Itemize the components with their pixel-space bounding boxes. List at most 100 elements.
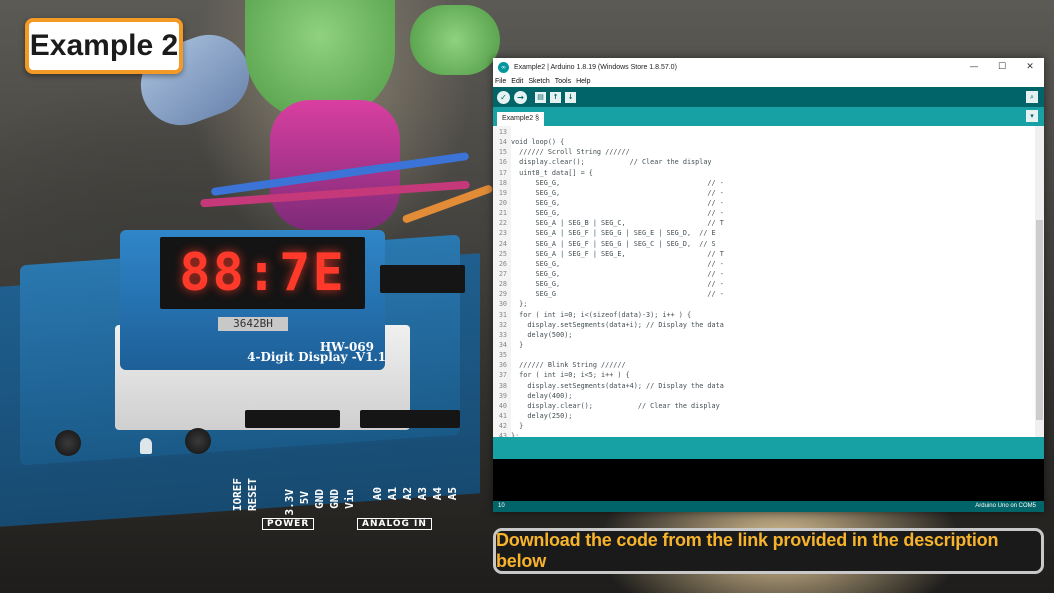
silk-analog-label: ANALOG IN [357, 518, 432, 530]
line-number: 14 [498, 138, 507, 147]
menu-help[interactable]: Help [576, 78, 590, 85]
arduino-ide-window: ∞ Example2 | Arduino 1.8.19 (Windows Sto… [493, 58, 1044, 512]
tab-example2[interactable]: Example2 § [497, 112, 544, 126]
window-controls: — ☐ ✕ [960, 58, 1044, 76]
code-line: 35 [493, 351, 724, 361]
code-text: delay(500); [511, 330, 573, 339]
line-number: 39 [498, 391, 507, 400]
code-line: 13 [493, 128, 724, 138]
pin-label: GND [313, 489, 326, 509]
tab-bar: Example2 § ▾ [493, 107, 1044, 126]
pin-label: A5 [446, 487, 459, 501]
line-number: 35 [498, 351, 507, 360]
display-part-number: 3642BH [218, 317, 288, 331]
code-line: 26 SEG_G, // - [493, 260, 724, 270]
pin-label: IOREF [231, 478, 244, 512]
menu-sketch[interactable]: Sketch [528, 78, 549, 85]
code-line: 22 SEG_A | SEG_B | SEG_C, // T [493, 219, 724, 229]
code-text: uint8_t data[] = { [511, 168, 593, 177]
close-button[interactable]: ✕ [1016, 58, 1044, 76]
pin-label: A4 [431, 487, 444, 501]
line-number: 16 [498, 158, 507, 167]
code-line: 28 SEG_G, // - [493, 280, 724, 290]
status-bar: 10 Arduino Uno on COM5 [493, 501, 1044, 512]
pin-label: A3 [416, 487, 429, 501]
code-text: SEG_G, // - [511, 178, 724, 187]
code-text: SEG_G, // - [511, 269, 724, 278]
display-digits: 88:7E [179, 243, 346, 303]
code-text: } [511, 340, 524, 349]
code-text: ////// Blink String ////// [511, 361, 626, 370]
code-line: 23 SEG_A | SEG_F | SEG_G | SEG_E | SEG_D… [493, 229, 724, 239]
serial-monitor-icon[interactable]: ⌕ [1026, 91, 1038, 103]
verify-icon[interactable]: ✓ [497, 90, 510, 104]
code-text: SEG_A | SEG_B | SEG_C, // T [511, 219, 724, 228]
code-text: display.clear(); // Clear the display [511, 158, 712, 167]
code-text: SEG_A | SEG_F | SEG_G | SEG_E | SEG_D, /… [511, 229, 716, 238]
open-icon[interactable]: ↑ [550, 91, 561, 103]
code-lines: 13 14 void loop() {15 ////// Scroll String… [493, 128, 724, 442]
line-number: 41 [498, 411, 507, 420]
line-number: 25 [498, 249, 507, 258]
caption-text: Download the code from the link provided… [496, 530, 999, 571]
pin-label: 3.3V [283, 489, 296, 516]
line-number: 42 [498, 422, 507, 431]
message-bar [493, 437, 1044, 459]
code-line: 16 display.clear(); // Clear the display [493, 158, 724, 168]
code-text: SEG_G, // - [511, 198, 724, 207]
toolbar: ✓ → ▤ ↑ ↓ ⌕ [493, 87, 1044, 107]
title-bar[interactable]: ∞ Example2 | Arduino 1.8.19 (Windows Sto… [493, 58, 1044, 76]
code-line: 37 for ( int i=0; i<5; i++ ) { [493, 371, 724, 381]
pin-header [360, 410, 460, 428]
line-number: 15 [498, 148, 507, 157]
tab-menu-chevron-icon[interactable]: ▾ [1026, 110, 1038, 122]
line-number: 24 [498, 239, 507, 248]
code-text: SEG_G, // - [511, 188, 724, 197]
menu-file[interactable]: File [495, 78, 506, 85]
line-number: 34 [498, 340, 507, 349]
minimize-button[interactable]: — [960, 58, 988, 76]
menu-edit[interactable]: Edit [511, 78, 523, 85]
code-line: 41 delay(250); [493, 412, 724, 422]
code-line: 38 display.setSegments(data+4); // Displ… [493, 382, 724, 392]
code-line: 42 } [493, 422, 724, 432]
new-icon[interactable]: ▤ [535, 91, 546, 103]
line-number: 22 [498, 219, 507, 228]
pin-header [245, 410, 340, 428]
code-line: 19 SEG_G, // - [493, 189, 724, 199]
code-text: SEG_A | SEG_F | SEG_G | SEG_C | SEG_D, /… [511, 239, 716, 248]
code-line: 31 for ( int i=0; i<(sizeof(data)-3); i+… [493, 311, 724, 321]
code-line: 14 void loop() { [493, 138, 724, 148]
line-number: 17 [498, 168, 507, 177]
arduino-logo-icon: ∞ [498, 61, 509, 73]
toy-figure-hand [410, 5, 500, 75]
code-text: display.setSegments(data+i); // Display … [511, 320, 724, 329]
silk-power-label: POWER [262, 518, 315, 530]
code-line: 29 SEG_G // - [493, 290, 724, 300]
code-text: for ( int i=0; i<(sizeof(data)-3); i++ )… [511, 310, 692, 319]
code-line: 32 display.setSegments(data+i); // Displ… [493, 321, 724, 331]
maximize-button[interactable]: ☐ [988, 58, 1016, 76]
code-text: ////// Scroll String ////// [511, 148, 630, 157]
code-text: delay(250); [511, 411, 573, 420]
pin-label: RESET [246, 478, 259, 512]
editor-scrollbar[interactable] [1035, 126, 1044, 437]
save-icon[interactable]: ↓ [565, 91, 576, 103]
code-text: for ( int i=0; i<5; i++ ) { [511, 371, 630, 380]
code-text: }; [511, 300, 528, 309]
code-line: 34 } [493, 341, 724, 351]
code-editor[interactable]: 13 14 void loop() {15 ////// Scroll String… [493, 126, 1044, 440]
code-text: SEG_G, // - [511, 259, 724, 268]
code-text: display.setSegments(data+4); // Display … [511, 381, 724, 390]
line-number: 38 [498, 381, 507, 390]
pin-label: GND [328, 489, 341, 509]
scroll-thumb[interactable] [1036, 220, 1043, 420]
line-number: 31 [498, 310, 507, 319]
upload-icon[interactable]: → [514, 90, 527, 104]
code-line: 20 SEG_G, // - [493, 199, 724, 209]
display-name: 4-Digit Display -V1.1 [247, 350, 386, 364]
line-number: 32 [498, 320, 507, 329]
line-number: 26 [498, 259, 507, 268]
code-line: 40 display.clear(); // Clear the display [493, 402, 724, 412]
menu-tools[interactable]: Tools [555, 78, 571, 85]
